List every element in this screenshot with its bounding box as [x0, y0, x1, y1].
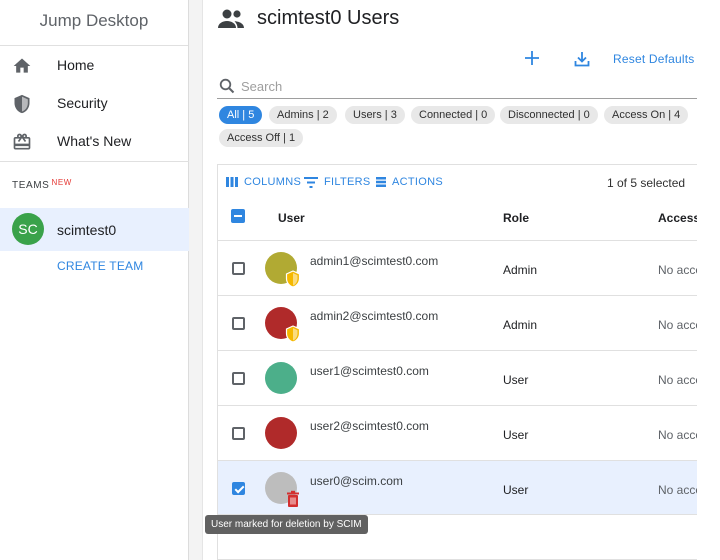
admin-shield-icon [285, 270, 301, 288]
columns-label: COLUMNS [244, 176, 302, 188]
avatar [265, 362, 297, 394]
nav-item-security[interactable]: Security [0, 86, 189, 122]
nav-label: What's New [57, 133, 132, 149]
nav-item-home[interactable]: Home [0, 48, 189, 84]
home-icon [13, 58, 31, 73]
user-role: User [503, 373, 529, 387]
user-access: No access [658, 318, 697, 332]
row-checkbox[interactable] [232, 427, 245, 440]
column-header-user[interactable]: User [278, 211, 305, 225]
sidebar-divider [0, 161, 189, 162]
table-row[interactable]: admin1@scimtest0.com Admin No access [218, 240, 697, 295]
create-team-link[interactable]: CREATE TEAM [57, 259, 143, 273]
user-email: user2@scimtest0.com [310, 419, 429, 433]
filter-icon [304, 176, 318, 188]
row-checkbox[interactable] [232, 482, 245, 495]
columns-button[interactable]: COLUMNS [226, 176, 301, 188]
filter-chip-connected[interactable]: Connected | 0 [411, 106, 496, 124]
users-icon [218, 9, 244, 28]
table-row[interactable]: admin2@scimtest0.com Admin No access [218, 295, 697, 350]
user-role: Admin [503, 318, 538, 332]
search-bar [217, 74, 697, 99]
user-access: No access [658, 483, 697, 497]
app-title: Jump Desktop [0, 0, 188, 46]
admin-shield-icon [285, 325, 301, 343]
deletion-tooltip: User marked for deletion by SCIM [205, 515, 368, 534]
user-access: No access [658, 263, 697, 277]
actions-icon [376, 177, 386, 187]
user-access: No access [658, 428, 697, 442]
row-checkbox[interactable] [232, 372, 245, 385]
table-row[interactable]: user2@scimtest0.com User No access [218, 405, 697, 460]
user-role: User [503, 483, 529, 497]
trash-icon [287, 490, 299, 507]
filters-button[interactable]: FILTERS [304, 176, 371, 188]
download-icon[interactable] [573, 50, 591, 68]
select-all-checkbox[interactable] [231, 209, 245, 223]
user-access: No access [658, 373, 697, 387]
row-checkbox[interactable] [232, 317, 245, 330]
selection-count: 1 of 5 selected [607, 176, 686, 190]
teams-label: TEAMS [12, 180, 50, 191]
row-checkbox[interactable] [232, 262, 245, 275]
filters-label: FILTERS [324, 176, 371, 188]
column-header-role[interactable]: Role [503, 211, 529, 225]
page-title: scimtest0 Users [257, 7, 400, 29]
user-role: User [503, 428, 529, 442]
nav-label: Home [57, 57, 95, 73]
avatar [265, 417, 297, 449]
new-badge: NEW [51, 178, 72, 187]
nav-label: Security [57, 95, 108, 111]
main-panel: scimtest0 Users Reset Defaults All | 5 A… [202, 0, 720, 560]
search-input[interactable] [241, 76, 681, 96]
user-email: user1@scimtest0.com [310, 364, 429, 378]
table-row[interactable]: user1@scimtest0.com User No access [218, 350, 697, 405]
users-table: COLUMNS FILTERS ACTIONS 1 of 5 selected … [217, 164, 697, 560]
team-avatar: SC [12, 213, 44, 245]
filter-chip-access-off[interactable]: Access Off | 1 [219, 129, 304, 147]
add-user-button[interactable] [523, 49, 541, 67]
filter-chip-disconnected[interactable]: Disconnected | 0 [500, 106, 598, 124]
user-role: Admin [503, 263, 538, 277]
filter-chip-users[interactable]: Users | 3 [345, 106, 405, 124]
actions-label: ACTIONS [392, 176, 443, 188]
filter-chip-access-on[interactable]: Access On | 4 [604, 106, 689, 124]
user-email: user0@scim.com [310, 474, 403, 488]
team-item-scimtest0[interactable]: SC scimtest0 [0, 208, 189, 251]
sidebar: Jump Desktop Home Security What's New TE… [0, 0, 189, 560]
table-row[interactable]: user0@scim.com User No access [218, 460, 697, 515]
filter-chip-all[interactable]: All | 5 [219, 106, 263, 124]
column-header-access[interactable]: Access [658, 211, 697, 225]
search-icon [219, 78, 235, 94]
user-email: admin1@scimtest0.com [310, 254, 439, 268]
gift-icon [13, 133, 31, 150]
shield-icon [14, 94, 30, 114]
nav-item-whats-new[interactable]: What's New [0, 124, 189, 160]
team-name: scimtest0 [57, 222, 117, 238]
columns-icon [226, 177, 238, 187]
filter-chip-admins[interactable]: Admins | 2 [269, 106, 337, 124]
actions-button[interactable]: ACTIONS [376, 176, 443, 188]
user-email: admin2@scimtest0.com [310, 309, 439, 323]
teams-section-label: TEAMS NEW [12, 178, 72, 191]
reset-defaults-button[interactable]: Reset Defaults [613, 52, 695, 66]
